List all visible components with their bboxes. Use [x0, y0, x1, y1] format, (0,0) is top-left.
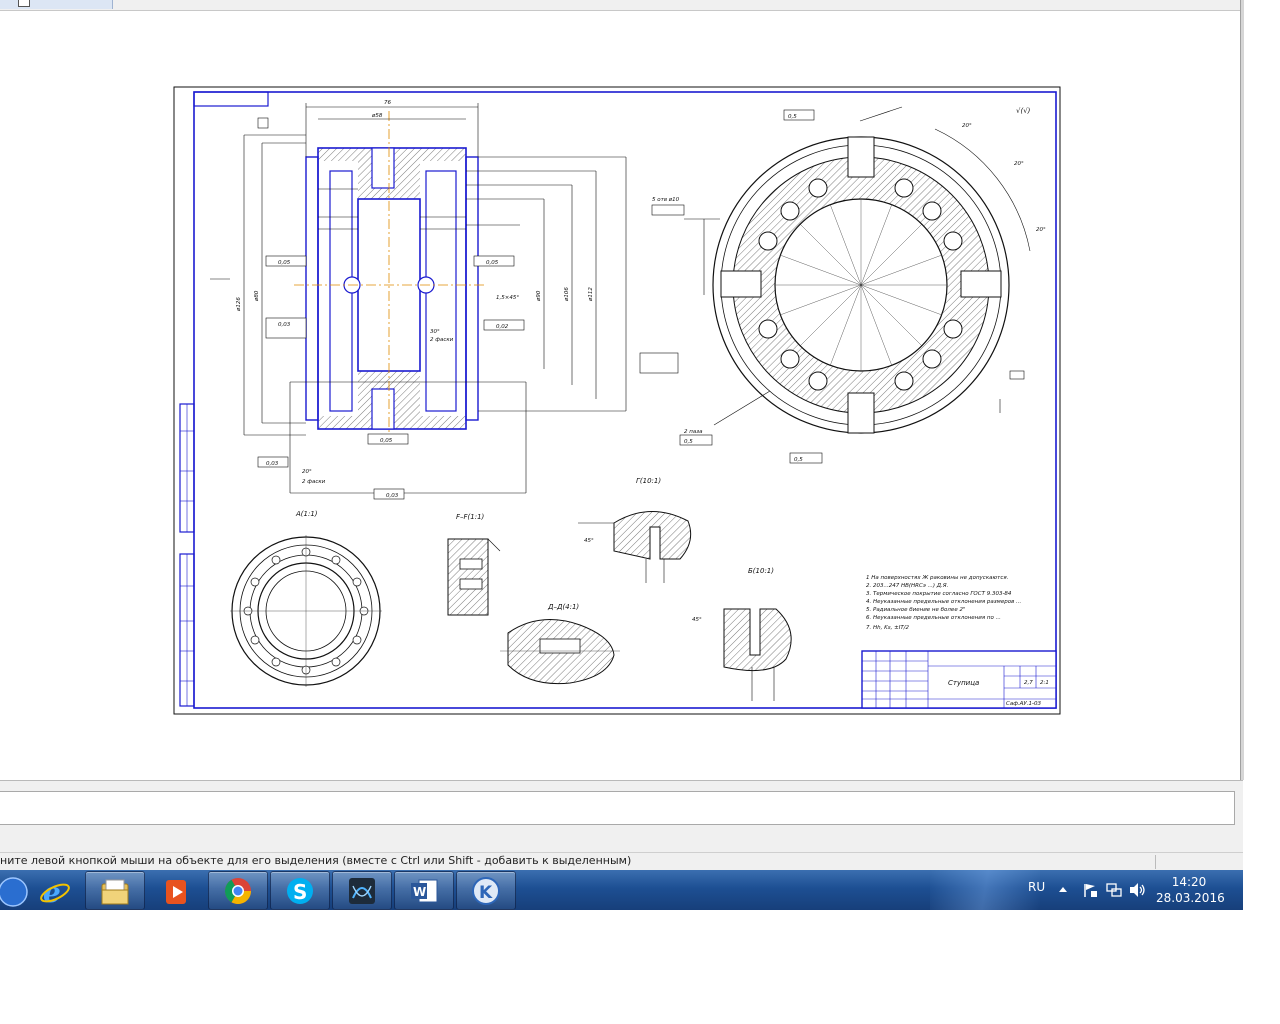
svg-text:ø112: ø112 — [588, 287, 594, 302]
svg-text:20°: 20° — [962, 123, 972, 129]
taskbar-word[interactable]: W — [394, 871, 454, 910]
svg-text:Б(10:1): Б(10:1) — [748, 567, 774, 575]
svg-text:0,05: 0,05 — [278, 260, 291, 266]
svg-text:20°: 20° — [1014, 161, 1024, 167]
svg-text:0,03: 0,03 — [278, 322, 291, 328]
internet-explorer-icon: e — [40, 876, 70, 908]
svg-text:0,02: 0,02 — [496, 324, 509, 330]
svg-text:30°: 30° — [430, 329, 440, 335]
svg-text:ø106: ø106 — [564, 287, 570, 302]
svg-text:ø126: ø126 — [236, 297, 242, 312]
command-panel — [0, 780, 1243, 853]
taskbar-explorer[interactable] — [85, 871, 145, 910]
clock-date: 28.03.2016 — [1156, 891, 1225, 905]
file-explorer-icon — [101, 879, 129, 905]
svg-text:2 фаски: 2 фаски — [302, 479, 326, 485]
svg-text:Саф.АУ.1-03: Саф.АУ.1-03 — [1006, 701, 1042, 707]
status-bar: ните левой кнопкой мыши на объекте для е… — [0, 852, 1243, 871]
svg-text:1 На поверхностях Ж раковины н: 1 На поверхностях Ж раковины не допускаю… — [866, 575, 1009, 581]
drawing-sheet: 76 ø58 ø126 ø80 ø90 ø106 ø112 0,05 0,05 … — [173, 86, 1061, 715]
show-hidden-icons-icon[interactable] — [1058, 884, 1068, 894]
svg-text:W: W — [413, 885, 426, 899]
svg-text:0,5: 0,5 — [684, 439, 693, 445]
svg-text:2,7: 2,7 — [1024, 680, 1033, 686]
svg-text:Д–Д(4:1): Д–Д(4:1) — [547, 603, 579, 611]
taskbar-media[interactable] — [146, 871, 206, 910]
svg-text:5. Радиальное биение не более: 5. Радиальное биение не более 2" — [866, 607, 965, 613]
volume-icon[interactable] — [1129, 882, 1147, 898]
network-icon[interactable] — [1106, 882, 1122, 898]
taskbar-3d-app[interactable] — [332, 871, 392, 910]
status-message: ните левой кнопкой мыши на объекте для е… — [0, 854, 632, 867]
svg-text:20°: 20° — [1036, 227, 1046, 233]
svg-text:45°: 45° — [692, 617, 702, 623]
document-icon — [18, 0, 30, 7]
action-center-flag-icon[interactable] — [1082, 882, 1098, 898]
svg-text:20°: 20° — [302, 469, 312, 475]
svg-text:√(√): √(√) — [1016, 107, 1031, 115]
svg-text:76: 76 — [384, 100, 391, 106]
svg-text:7. Hh, Ks, ±IT/2: 7. Hh, Ks, ±IT/2 — [866, 625, 910, 631]
document-tab[interactable] — [0, 0, 113, 9]
taskbar-chrome[interactable] — [208, 871, 268, 910]
svg-text:6. Неуказанные предельные откл: 6. Неуказанные предельные отклонения по … — [866, 615, 1001, 621]
svg-text:45°: 45° — [584, 538, 594, 544]
svg-text:0,03: 0,03 — [386, 493, 399, 499]
svg-text:2 паза: 2 паза — [684, 429, 703, 435]
svg-text:0,03: 0,03 — [266, 461, 279, 467]
title-block: Ступица Саф.АУ.1-03 2,7 2:1 — [861, 650, 1057, 709]
svg-text:5 отв ø10: 5 отв ø10 — [652, 197, 680, 203]
skype-icon: S — [287, 878, 313, 904]
svg-text:А(1:1): А(1:1) — [295, 510, 318, 518]
windows-taskbar: e S W K RU 14:20 28.03.2016 — [0, 870, 1243, 910]
clock-time: 14:20 — [1171, 875, 1207, 889]
svg-text:ø80: ø80 — [254, 290, 260, 302]
taskbar-kompas[interactable]: K — [456, 871, 516, 910]
svg-text:0,5: 0,5 — [794, 457, 803, 463]
svg-text:S: S — [293, 880, 307, 904]
svg-text:K: K — [479, 883, 493, 903]
svg-text:0,05: 0,05 — [380, 438, 393, 444]
command-line-input[interactable] — [0, 791, 1235, 825]
3d-app-icon — [349, 878, 375, 904]
svg-text:3. Термическое покрытие соглас: 3. Термическое покрытие согласно ГОСТ 9.… — [866, 591, 1012, 597]
system-clock[interactable]: 14:20 28.03.2016 — [1156, 874, 1225, 906]
svg-text:Ступица: Ступица — [948, 679, 979, 687]
svg-text:2. 203...247 НВ(НRCэ ...) Д.Я.: 2. 203...247 НВ(НRCэ ...) Д.Я. — [866, 583, 949, 589]
svg-text:ø90: ø90 — [536, 290, 542, 302]
svg-text:4. Неуказанные предельные откл: 4. Неуказанные предельные отклонения раз… — [866, 599, 1022, 605]
blank-area — [0, 910, 1280, 1024]
vertical-scrollbar[interactable] — [1240, 0, 1244, 780]
svg-text:2 фаски: 2 фаски — [430, 337, 454, 343]
svg-text:F–F(1:1): F–F(1:1) — [456, 513, 485, 521]
svg-text:0,5: 0,5 — [788, 114, 797, 120]
kompas-icon: K — [472, 877, 500, 905]
taskbar-skype[interactable]: S — [270, 871, 330, 910]
svg-text:2:1: 2:1 — [1040, 680, 1049, 686]
taskbar-ie[interactable]: e — [24, 871, 84, 910]
svg-text:1,5×45°: 1,5×45° — [496, 295, 519, 301]
media-player-icon — [166, 880, 186, 904]
svg-text:ø58: ø58 — [371, 113, 383, 119]
svg-text:Г(10:1): Г(10:1) — [636, 477, 661, 485]
word-icon: W — [411, 879, 438, 903]
svg-text:0,05: 0,05 — [486, 260, 499, 266]
toolbar-strip — [0, 0, 1242, 11]
chrome-icon — [224, 878, 252, 905]
drawing-canvas[interactable]: 76 ø58 ø126 ø80 ø90 ø106 ø112 0,05 0,05 … — [0, 11, 1240, 779]
